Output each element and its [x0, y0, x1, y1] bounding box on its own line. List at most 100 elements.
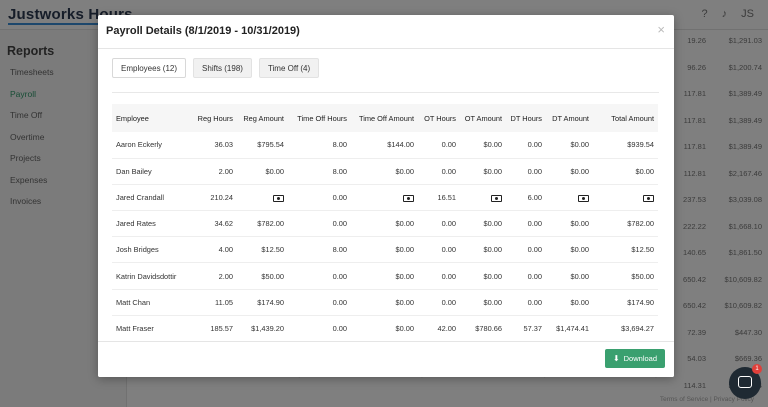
table-cell: $12.50 [261, 245, 284, 255]
employee-name: Aaron Eckerly [116, 140, 163, 150]
column-header: DT Hours [510, 113, 543, 123]
column-header: Total Amount [611, 113, 654, 123]
table-cell: $1,474.41 [556, 323, 589, 333]
column-header: Reg Amount [243, 113, 284, 123]
table-cell: 42.00 [437, 323, 457, 333]
column-header: OT Amount [464, 113, 502, 123]
table-cell: $795.54 [257, 140, 284, 150]
table-cell: $939.54 [627, 140, 654, 150]
download-button[interactable]: ⬇ Download [604, 349, 665, 368]
table-cell: $0.00 [570, 245, 590, 255]
table-row: Josh Bridges 4.00 $12.50 8.00 $0.00 0.00 $0.00… [112, 237, 658, 263]
table-cell: $12.50 [631, 245, 654, 255]
table-cell: 0.00 [441, 219, 456, 229]
column-header: Time Off Hours [297, 113, 347, 123]
table-cell: 0.00 [527, 245, 542, 255]
table-cell: $1,439.20 [251, 323, 284, 333]
table-cell: 0.00 [332, 271, 347, 281]
table-cell: $0.00 [570, 166, 590, 176]
table-row: Jared Crandall 210.24 0.00 16.51 6.00 [112, 184, 658, 211]
column-header: Time Off Amount [358, 113, 414, 123]
money-icon [273, 194, 284, 202]
table-cell: $0.00 [395, 166, 415, 176]
modal-tabs: Employees (12) Shifts (198) Time Off (4) [112, 58, 320, 78]
employee-name: Matt Fraser [116, 323, 154, 333]
table-cell: 0.00 [332, 297, 347, 307]
payroll-table-scroll[interactable]: Employee Reg Hours Reg Amount Time Off Hour… [112, 104, 658, 341]
table-cell: 2.00 [218, 166, 233, 176]
table-cell [593, 184, 658, 210]
employee-name: Jared Crandall [116, 192, 165, 202]
table-cell: $0.00 [265, 166, 285, 176]
column-header: Reg Hours [197, 113, 233, 123]
table-cell: 0.00 [441, 245, 456, 255]
modal-title: Payroll Details (8/1/2019 - 10/31/2019) [106, 25, 300, 37]
tab-time-off[interactable]: Time Off (4) [258, 58, 320, 78]
table-cell: 2.00 [218, 271, 233, 281]
modal-footer: ⬇ Download [98, 341, 674, 377]
table-cell: 0.00 [441, 297, 456, 307]
modal-header: Payroll Details (8/1/2019 - 10/31/2019) … [98, 15, 674, 49]
chat-icon [738, 376, 752, 388]
tab-employees[interactable]: Employees (12) [112, 58, 187, 78]
employee-name: Dan Bailey [116, 166, 152, 176]
table-cell: $0.00 [395, 297, 415, 307]
table-cell: $0.00 [570, 219, 590, 229]
table-cell: 11.05 [215, 297, 233, 307]
table-cell: $0.00 [395, 219, 415, 229]
payroll-details-modal: Payroll Details (8/1/2019 - 10/31/2019) … [98, 15, 674, 377]
table-cell [237, 184, 288, 210]
table-cell: $0.00 [570, 140, 590, 150]
table-cell: $174.90 [257, 297, 284, 307]
tabs-divider [112, 92, 659, 93]
table-cell [460, 184, 506, 210]
table-cell: 4.00 [218, 245, 233, 255]
tab-shifts[interactable]: Shifts (198) [193, 58, 252, 78]
table-cell: $0.00 [483, 271, 503, 281]
table-cell: $0.00 [483, 219, 503, 229]
payroll-table: Employee Reg Hours Reg Amount Time Off Hour… [112, 104, 658, 341]
table-cell: $0.00 [483, 245, 503, 255]
table-row: Matt Chan 11.05 $174.90 0.00 $0.00 0.00 $0.00 0… [112, 289, 658, 316]
table-cell: $0.00 [483, 140, 503, 150]
table-cell: $0.00 [635, 166, 655, 176]
table-cell: $0.00 [395, 245, 415, 255]
download-label: Download [623, 354, 657, 363]
table-cell: 0.00 [441, 271, 456, 281]
money-icon [491, 194, 502, 202]
chat-badge: 1 [752, 364, 762, 374]
download-icon: ⬇ [612, 353, 620, 363]
money-icon [578, 194, 589, 202]
table-header-row: Employee Reg Hours Reg Amount Time Off Hour… [112, 104, 658, 132]
table-cell: 8.00 [332, 166, 347, 176]
close-icon[interactable]: × [657, 22, 665, 37]
table-cell: 185.57 [210, 323, 233, 333]
table-body: Aaron Eckerly 36.03 $795.54 8.00 $144.00 0.00… [112, 132, 658, 341]
table-cell: 57.37 [523, 323, 543, 333]
table-cell: $3,694.27 [621, 323, 654, 333]
employee-name: Matt Chan [116, 297, 151, 307]
table-cell: 8.00 [332, 245, 347, 255]
money-icon [643, 194, 654, 202]
table-cell: $0.00 [570, 271, 590, 281]
table-row: Katrin Davidsdottir 2.00 $50.00 0.00 $0.00 0.… [112, 263, 658, 290]
employee-name: Jared Rates [116, 219, 156, 229]
column-header: Employee [116, 113, 149, 123]
table-cell: 0.00 [441, 166, 456, 176]
table-cell: $782.00 [257, 219, 284, 229]
table-cell: 0.00 [527, 271, 542, 281]
table-cell: 0.00 [527, 140, 542, 150]
table-cell: $174.90 [627, 297, 654, 307]
table-cell: 0.00 [527, 166, 542, 176]
table-row: Matt Fraser 185.57 $1,439.20 0.00 $0.00 42.00… [112, 315, 658, 341]
money-icon [403, 194, 414, 202]
table-row: Jared Rates 34.62 $782.00 0.00 $0.00 0.00 $0.0… [112, 211, 658, 237]
table-cell: 8.00 [332, 140, 347, 150]
table-cell: 210.24 [210, 192, 233, 202]
table-cell: 0.00 [332, 192, 347, 202]
table-cell: 6.00 [527, 192, 542, 202]
column-header: OT Hours [424, 113, 456, 123]
table-cell: $50.00 [261, 271, 284, 281]
table-cell: $782.00 [627, 219, 654, 229]
table-row: Dan Bailey 2.00 $0.00 8.00 $0.00 0.00 $0.00 0.0… [112, 158, 658, 185]
